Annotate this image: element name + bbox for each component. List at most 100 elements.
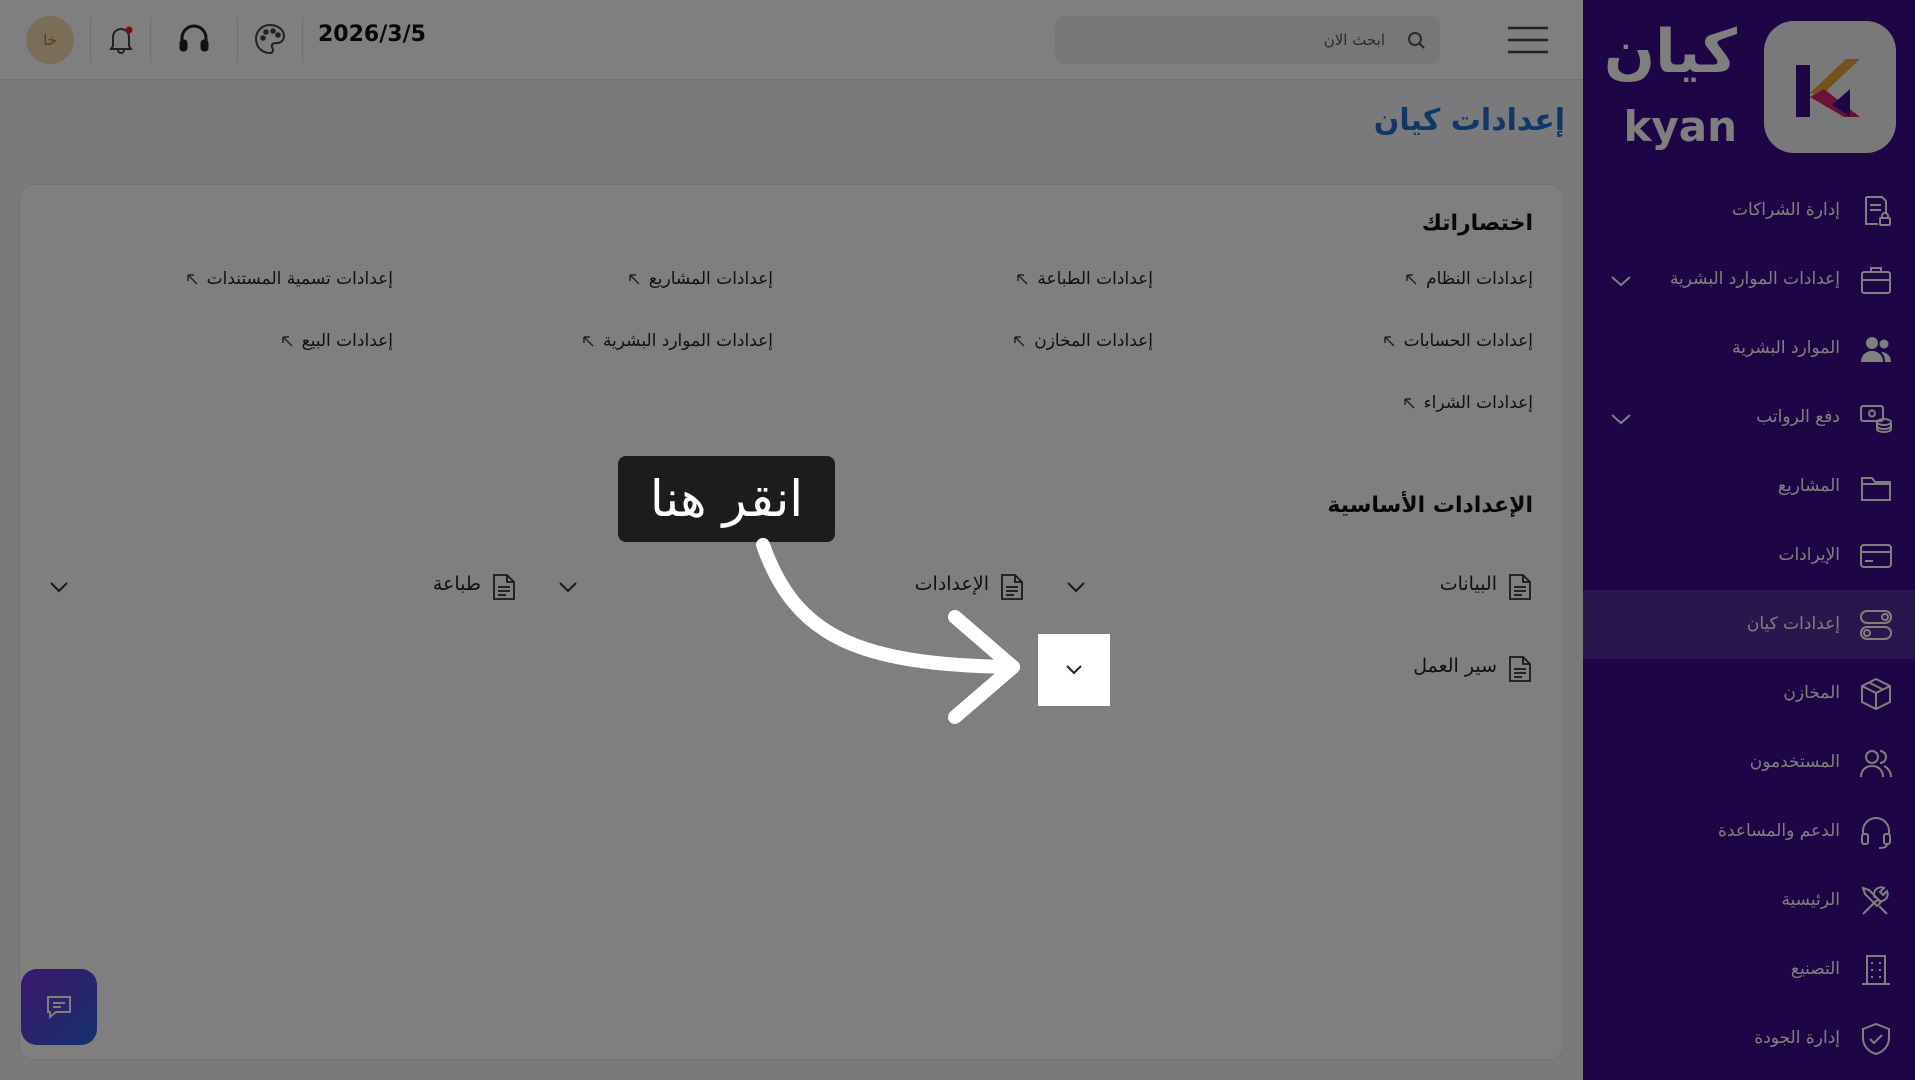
shortcut-purchase-settings[interactable]: إعدادات الشراء: [1402, 393, 1533, 413]
chevron-down-icon[interactable]: [47, 575, 71, 599]
sidebar-item-kyan-settings[interactable]: إعدادات كيان: [1583, 590, 1915, 659]
users-icon: [1860, 750, 1892, 778]
tools-icon: [1861, 886, 1889, 915]
shortcuts-title: اختصاراتك: [1421, 211, 1533, 236]
shortcut-label: إعدادات المشاريع: [648, 269, 773, 289]
shortcut-label: إعدادات الطباعة: [1037, 269, 1153, 289]
toggles-icon: [1860, 610, 1892, 640]
chevron-down-icon: [1066, 665, 1082, 675]
search-box: [1055, 16, 1440, 64]
menu-icon[interactable]: [1507, 25, 1549, 55]
sidebar-item-label: المخازن: [1783, 683, 1840, 703]
sidebar-item-human-resources[interactable]: الموارد البشرية: [1583, 314, 1915, 383]
shortcut-accounts-settings[interactable]: إعدادات الحسابات: [1382, 331, 1533, 351]
bell-icon[interactable]: [104, 22, 138, 56]
arrow-up-left-icon: [186, 274, 198, 285]
current-date: 2026/3/5: [318, 22, 426, 47]
document-icon: [1509, 656, 1531, 682]
sidebar-item-hr-settings[interactable]: إعدادات الموارد البشرية: [1583, 245, 1915, 314]
arrow-up-left-icon: [281, 336, 293, 347]
top-header: 2026/3/5 خا: [0, 0, 1583, 80]
arrow-up-left-icon: [628, 274, 640, 285]
arrow-up-left-icon: [1403, 398, 1415, 409]
document-icon: [493, 574, 515, 600]
headset-icon: [1861, 817, 1891, 849]
shortcut-sales-settings[interactable]: إعدادات البيع: [280, 331, 393, 351]
sidebar-item-support[interactable]: الدعم والمساعدة: [1583, 797, 1915, 866]
briefcase-icon: [1861, 267, 1891, 294]
sidebar-item-revenue[interactable]: الإيرادات: [1583, 521, 1915, 590]
highlighted-workflow-chevron[interactable]: [1038, 634, 1110, 706]
shortcut-warehouses-settings[interactable]: إعدادات المخازن: [1012, 331, 1153, 351]
sidebar-item-label: التصنيع: [1790, 959, 1840, 979]
arrow-up-left-icon: [1017, 274, 1028, 285]
arrow-up-left-icon: [1406, 274, 1417, 285]
sidebar-item-manufacturing[interactable]: التصنيع: [1583, 935, 1915, 1004]
shortcut-document-naming-settings[interactable]: إعدادات تسمية المستندات: [185, 269, 393, 289]
palette-icon[interactable]: [253, 22, 287, 56]
basic-settings-title: الإعدادات الأساسية: [1327, 493, 1533, 518]
page-title: إعدادات كيان: [1373, 103, 1565, 138]
search-icon[interactable]: [1406, 30, 1426, 50]
accordion-label: سير العمل: [1413, 655, 1497, 677]
shortcut-projects-settings[interactable]: إعدادات المشاريع: [627, 269, 773, 289]
sidebar-item-label: إعدادات الموارد البشرية: [1669, 269, 1840, 289]
brand-name-arabic: كيان: [1603, 17, 1737, 87]
sidebar-item-label: إدارة الشراكات: [1732, 200, 1840, 220]
arrow-up-left-icon: [1383, 336, 1395, 347]
building-icon: [1862, 955, 1890, 985]
arrow-up-left-icon: [1014, 336, 1025, 347]
sidebar-item-label: الموارد البشرية: [1732, 338, 1840, 358]
sidebar-item-projects[interactable]: المشاريع: [1583, 452, 1915, 521]
chevron-down-icon[interactable]: [556, 575, 580, 599]
divider: [237, 18, 238, 62]
accordion-print[interactable]: طباعة: [407, 569, 517, 605]
sidebar-item-label: إدارة الجودة: [1754, 1028, 1840, 1048]
shortcut-hr-settings[interactable]: إعدادات الموارد البشرية: [581, 331, 773, 351]
sidebar-item-label: الرئيسية: [1781, 890, 1840, 910]
sidebar-item-home[interactable]: الرئيسية: [1583, 866, 1915, 935]
sidebar-item-users[interactable]: المستخدمون: [1583, 728, 1915, 797]
sidebar-item-partnerships[interactable]: إدارة الشراكات: [1583, 176, 1915, 245]
box-icon: [1861, 677, 1891, 711]
shortcut-print-settings[interactable]: إعدادات الطباعة: [1015, 269, 1153, 289]
kyan-logo[interactable]: [1764, 21, 1896, 153]
headset-icon[interactable]: [177, 22, 211, 56]
sidebar-item-label: المشاريع: [1777, 476, 1840, 496]
shortcut-label: إعدادات الشراء: [1423, 393, 1533, 413]
sidebar-item-label: دفع الرواتب: [1756, 407, 1840, 427]
brand-name-english: kyan: [1623, 102, 1737, 151]
shortcut-label: إعدادات الحسابات: [1403, 331, 1533, 351]
sidebar-item-label: الإيرادات: [1778, 545, 1840, 565]
chat-icon: [47, 996, 71, 1020]
tutorial-tooltip: انقر هنا: [618, 456, 835, 542]
sidebar-item-payroll[interactable]: دفع الرواتب: [1583, 383, 1915, 452]
accordion-workflow[interactable]: سير العمل: [1383, 651, 1533, 687]
accordion-label: طباعة: [432, 573, 481, 595]
sidebar-nav: إدارة الشراكات إعدادات الموارد البشرية ا…: [1583, 176, 1915, 1073]
chat-button[interactable]: [21, 969, 97, 1045]
chevron-down-icon[interactable]: [1064, 575, 1088, 599]
search-input[interactable]: [1065, 16, 1385, 64]
shortcut-label: إعدادات البيع: [301, 331, 393, 351]
arrow-up-left-icon: [583, 336, 594, 347]
people-icon: [1861, 337, 1891, 362]
document-lock-icon: [1865, 196, 1891, 226]
sidebar-item-warehouses[interactable]: المخازن: [1583, 659, 1915, 728]
sidebar-item-label: المستخدمون: [1749, 752, 1840, 772]
chevron-down-icon[interactable]: [1609, 407, 1633, 431]
sidebar: كيان kyan إدارة الشراكات إعدادات الموارد…: [1583, 0, 1915, 1080]
cash-coins-icon: [1860, 405, 1892, 434]
divider: [302, 18, 303, 62]
chevron-down-icon[interactable]: [1609, 269, 1633, 293]
avatar[interactable]: خا: [26, 16, 74, 64]
pointer-arrow-icon: [756, 538, 1020, 724]
sidebar-item-label: الدعم والمساعدة: [1718, 821, 1840, 841]
document-icon: [1509, 574, 1531, 600]
shortcut-label: إعدادات تسمية المستندات: [206, 269, 393, 289]
shortcut-system-settings[interactable]: إعدادات النظام: [1404, 269, 1533, 289]
shortcut-label: إعدادات النظام: [1426, 269, 1533, 289]
sidebar-item-quality[interactable]: إدارة الجودة: [1583, 1004, 1915, 1073]
accordion-data[interactable]: البيانات: [1403, 569, 1533, 605]
kyan-logo-icon: [1796, 59, 1860, 117]
